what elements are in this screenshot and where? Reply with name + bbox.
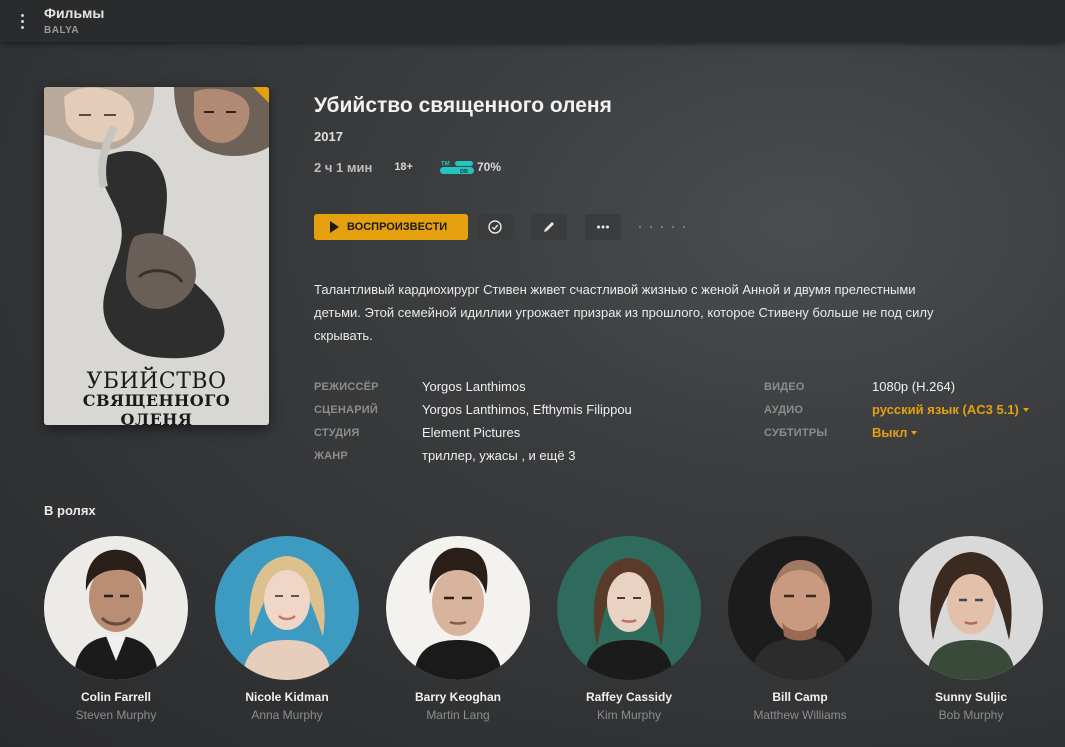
detail-label: АУДИО [764,403,804,416]
movie-description: Талантливый кардиохирург Стивен живет сч… [314,282,934,343]
credits-details: РЕЖИССЁР Yorgos Lanthimos СЦЕНАРИЙ Yorgo… [314,375,632,467]
chevron-down-icon [1022,407,1029,412]
action-bar: ВОСПРОИЗВЕСТИ [314,214,685,240]
play-button-label: ВОСПРОИЗВЕСТИ [347,221,448,233]
cast-card[interactable]: Bill Camp Matthew Williams [728,536,872,722]
poster-corner-badge [253,87,269,103]
detail-row-audio: АУДИО русский язык (AC3 5.1) [764,398,1029,421]
detail-label: СТУДИЯ [314,426,360,439]
detail-label: РЕЖИССЁР [314,380,379,393]
check-circle-icon [488,220,502,234]
actor-photo [44,536,188,680]
pencil-icon [544,222,554,232]
cast-card[interactable]: Sunny Suljic Bob Murphy [899,536,1043,722]
library-title[interactable]: Фильмы [44,5,104,21]
top-bar: Фильмы BALYA [0,0,1065,42]
loading-dots [639,226,685,228]
detail-row-director: РЕЖИССЁР Yorgos Lanthimos [314,375,632,398]
mark-watched-button[interactable] [477,214,513,240]
cast-name: Sunny Suljic [934,690,1007,704]
server-name: BALYA [44,25,80,36]
cast-heading: В ролях [44,503,96,518]
audio-select-value: русский язык (AC3 5.1) [872,402,1019,417]
age-rating-badge: 18+ [388,159,419,175]
studio-link[interactable]: Element Pictures [422,425,520,440]
audio-select[interactable]: русский язык (AC3 5.1) [872,402,1029,417]
chevron-down-icon [911,430,918,435]
cast-role: Bob Murphy [938,708,1004,722]
detail-row-studio: СТУДИЯ Element Pictures [314,421,632,444]
detail-label: ЖАНР [314,449,348,462]
tmdb-logo-text-top: TM [441,162,450,168]
detail-label: ВИДЕО [764,380,805,393]
cast-name: Colin Farrell [80,690,151,704]
cast-role: Martin Lang [426,708,490,722]
tmdb-logo-icon: TM DB [439,161,474,175]
movie-year[interactable]: 2017 [314,129,343,144]
movie-poster[interactable]: УБИЙСТВО СВЯЩЕННОГО ОЛЕНЯ [44,87,269,425]
writers-link[interactable]: Yorgos Lanthimos, Efthymis Filippou [422,402,632,417]
avatar [728,536,872,680]
edit-button[interactable] [531,214,567,240]
detail-label: СЦЕНАРИЙ [314,403,378,416]
tmdb-score: 70% [476,160,502,174]
tmdb-rating: TM DB 70% [439,159,501,175]
detail-label: СУБТИТРЫ [764,426,828,439]
avatar [557,536,701,680]
cast-card[interactable]: Raffey Cassidy Kim Murphy [557,536,701,722]
more-icon [597,225,609,229]
cast-role: Kim Murphy [596,708,661,722]
media-details: ВИДЕО 1080p (H.264) АУДИО русский язык (… [764,375,1029,444]
cast-role: Steven Murphy [75,708,157,722]
detail-row-genre: ЖАНР триллер, ужасы , и ещё 3 [314,444,632,467]
actor-photo [215,536,359,680]
cast-role: Anna Murphy [251,708,323,722]
cast-card[interactable]: Barry Keoghan Martin Lang [386,536,530,722]
menu-icon[interactable] [14,10,30,32]
play-icon [330,221,339,233]
movie-title: Убийство священного оленя [314,94,612,117]
cast-role: Matthew Williams [753,708,847,722]
avatar [215,536,359,680]
cast-name: Bill Camp [772,690,828,704]
avatar [899,536,1043,680]
tmdb-logo-text-bottom: DB [460,169,468,175]
movie-meta-row: 2 ч 1 мин 18+ TM DB 70% [314,158,501,176]
subtitles-select[interactable]: Выкл [872,425,918,440]
video-info: 1080p (H.264) [872,379,956,394]
detail-row-video: ВИДЕО 1080p (H.264) [764,375,1029,398]
actor-photo [728,536,872,680]
play-button[interactable]: ВОСПРОИЗВЕСТИ [314,214,468,240]
actor-photo [899,536,1043,680]
detail-row-subtitles: СУБТИТРЫ Выкл [764,421,1029,444]
movie-duration: 2 ч 1 мин [314,159,373,175]
avatar [44,536,188,680]
cast-name: Nicole Kidman [245,690,329,704]
cast-name: Barry Keoghan [414,690,502,704]
detail-row-writer: СЦЕНАРИЙ Yorgos Lanthimos, Efthymis Fili… [314,398,632,421]
poster-title-line2: СВЯЩЕННОГО ОЛЕНЯ [82,391,231,425]
actor-photo [386,536,530,680]
more-button[interactable] [585,214,621,240]
cast-card[interactable]: Nicole Kidman Anna Murphy [215,536,359,722]
cast-name: Raffey Cassidy [585,690,673,704]
actor-photo [557,536,701,680]
subtitles-select-value: Выкл [872,425,908,440]
cast-card[interactable]: Colin Farrell Steven Murphy [44,536,188,722]
avatar [386,536,530,680]
director-link[interactable]: Yorgos Lanthimos [422,379,526,394]
genre-link[interactable]: триллер, ужасы , и ещё 3 [422,448,575,463]
